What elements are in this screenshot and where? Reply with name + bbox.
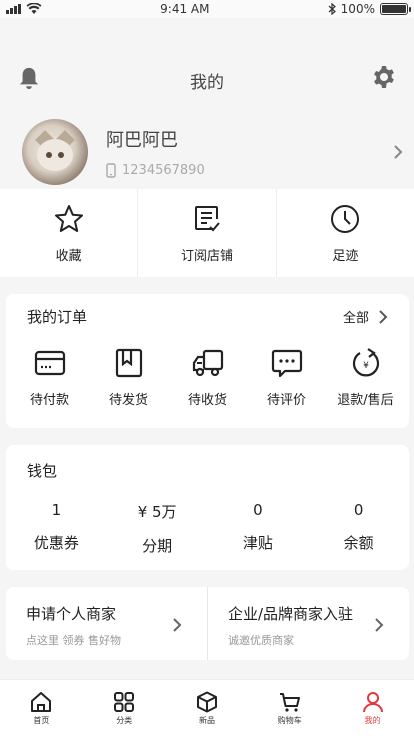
page-title: 我的 xyxy=(190,73,224,93)
apply-personal-merchant[interactable]: 申请个人商家 点这里 领券 售好物 xyxy=(6,587,208,660)
order-status-row: 待付款 待发货 待收货 待评价 ¥ 退款/售后 xyxy=(6,347,409,408)
merchant-title: 企业/品牌商家入驻 xyxy=(228,605,354,623)
tab-cart[interactable]: 购物车 xyxy=(248,680,331,736)
order-item-label: 待评价 xyxy=(266,393,306,408)
refund-icon: ¥ xyxy=(352,348,379,377)
signal-icon xyxy=(6,4,21,14)
wallet-allowance[interactable]: 0 津贴 xyxy=(208,501,309,556)
order-pending-shipment[interactable]: 待发货 xyxy=(91,347,167,408)
user-icon xyxy=(362,691,383,712)
star-icon xyxy=(54,204,83,232)
tab-label: 新品 xyxy=(198,715,215,725)
wallet-card-icon xyxy=(34,350,65,376)
order-item-label: 待发货 xyxy=(108,393,148,408)
orders-all-link[interactable]: 全部 xyxy=(343,307,389,326)
order-pending-receipt[interactable]: 待收货 xyxy=(170,347,246,408)
tab-label: 分类 xyxy=(116,715,133,725)
status-bar: 9:41 AM 100% xyxy=(0,0,414,18)
merchant-title: 申请个人商家 xyxy=(26,605,117,623)
truck-icon xyxy=(192,349,223,377)
cube-icon xyxy=(196,691,217,712)
tab-label: 我的 xyxy=(364,715,381,725)
phone-number: 1234567890 xyxy=(122,163,205,178)
quick-link-label: 订阅店铺 xyxy=(180,248,233,264)
quick-link-label: 收藏 xyxy=(55,248,82,264)
comment-icon xyxy=(271,349,302,378)
quick-link-subscribed-shops[interactable]: 订阅店铺 xyxy=(138,189,277,277)
merchant-subtitle: 点这里 领券 售好物 xyxy=(26,634,121,647)
enterprise-merchant-join[interactable]: 企业/品牌商家入驻 诚邀优质商家 xyxy=(208,587,409,660)
order-item-label: 待收货 xyxy=(187,393,227,408)
profile-row[interactable]: 阿巴阿巴 1234567890 xyxy=(22,118,404,186)
profile-info: 阿巴阿巴 1234567890 xyxy=(106,126,392,178)
avatar[interactable] xyxy=(22,119,88,185)
username: 阿巴阿巴 xyxy=(106,130,178,151)
wallet-balance[interactable]: 0 余额 xyxy=(308,501,409,556)
tab-new[interactable]: 新品 xyxy=(166,680,249,736)
bluetooth-icon xyxy=(328,3,336,15)
wallet-title: 钱包 xyxy=(27,462,58,480)
status-time: 9:41 AM xyxy=(160,2,210,16)
gear-icon[interactable] xyxy=(372,65,396,89)
quick-link-history[interactable]: 足迹 xyxy=(277,189,414,277)
wallet-value: 0 xyxy=(353,501,364,519)
quick-link-label: 足迹 xyxy=(332,248,359,264)
wallet-label: 余额 xyxy=(343,534,374,552)
home-icon xyxy=(31,691,52,712)
wifi-icon xyxy=(26,3,42,14)
order-refund-aftersales[interactable]: ¥ 退款/售后 xyxy=(328,347,404,408)
orders-header: 我的订单 全部 xyxy=(6,294,409,327)
cart-icon xyxy=(279,692,300,712)
wallet-card: 钱包 1 优惠券 ¥ 5万 分期 0 津贴 0 余额 xyxy=(6,445,409,570)
orders-card: 我的订单 全部 待付款 待发货 待收货 待评价 ¥ 退款/售后 xyxy=(6,294,409,428)
chevron-right-icon xyxy=(375,618,384,632)
subscribe-icon xyxy=(194,205,220,231)
tab-category[interactable]: 分类 xyxy=(83,680,166,736)
order-pending-review[interactable]: 待评价 xyxy=(249,347,325,408)
tab-label: 购物车 xyxy=(277,715,302,725)
quick-links: 收藏 订阅店铺 足迹 xyxy=(0,189,414,277)
wallet-label: 分期 xyxy=(142,537,173,555)
tab-bar: 首页 分类 新品 购物车 我的 xyxy=(0,679,414,736)
tab-label: 首页 xyxy=(33,715,50,725)
category-icon xyxy=(114,691,135,712)
quick-link-favorites[interactable]: 收藏 xyxy=(0,189,139,277)
wallet-value: 1 xyxy=(51,501,62,519)
order-pending-payment[interactable]: 待付款 xyxy=(12,347,88,408)
order-item-label: 待付款 xyxy=(29,393,69,408)
tab-home[interactable]: 首页 xyxy=(0,680,83,736)
phone-icon xyxy=(106,163,116,178)
wallet-label: 优惠券 xyxy=(33,534,79,552)
status-right: 100% xyxy=(328,2,411,16)
chevron-right-icon xyxy=(394,145,403,159)
chevron-right-icon xyxy=(173,618,182,632)
chevron-right-icon xyxy=(379,309,388,324)
wallet-installment[interactable]: ¥ 5万 分期 xyxy=(107,501,208,556)
orders-all-label: 全部 xyxy=(342,311,369,326)
merchant-subtitle: 诚邀优质商家 xyxy=(228,634,294,647)
package-icon xyxy=(115,348,142,378)
status-left xyxy=(6,3,42,15)
order-item-label: 退款/售后 xyxy=(337,393,394,408)
wallet-label: 津贴 xyxy=(242,534,273,552)
clock-icon xyxy=(331,204,360,233)
orders-title: 我的订单 xyxy=(27,308,88,326)
merchant-card: 申请个人商家 点这里 领券 售好物 企业/品牌商家入驻 诚邀优质商家 xyxy=(6,587,409,660)
tab-mine[interactable]: 我的 xyxy=(331,680,414,736)
battery-icon xyxy=(379,3,411,15)
phone-row: 1234567890 xyxy=(106,163,392,178)
wallet-value: 0 xyxy=(253,501,263,519)
wallet-coupons[interactable]: 1 优惠券 xyxy=(6,501,107,556)
svg-text:¥: ¥ xyxy=(363,361,369,371)
battery-percent: 100% xyxy=(340,2,375,16)
wallet-row: 1 优惠券 ¥ 5万 分期 0 津贴 0 余额 xyxy=(6,501,409,556)
profile-header: 我的 阿巴阿巴 1234567890 xyxy=(0,18,414,188)
wallet-value: ¥ 5万 xyxy=(137,503,177,521)
